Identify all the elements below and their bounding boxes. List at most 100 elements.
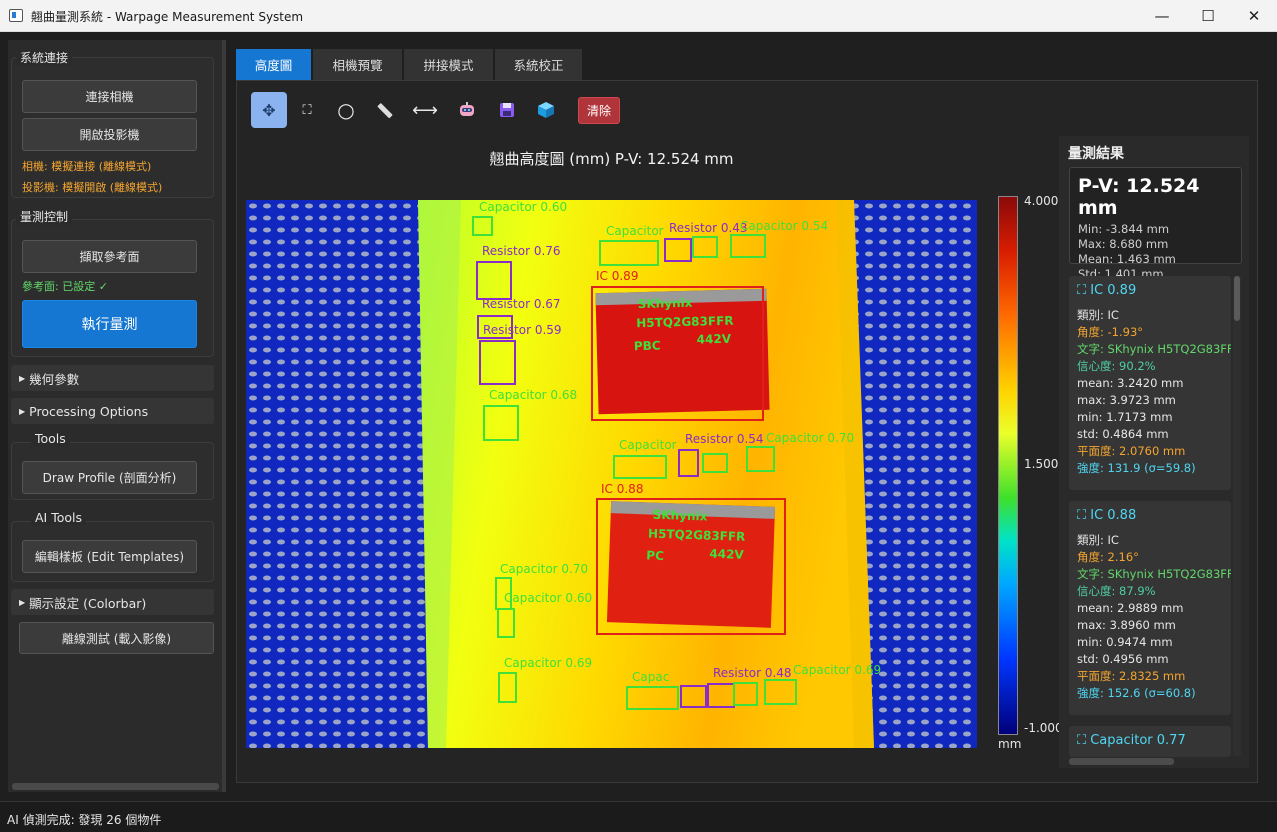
connection-title: 系統連接 [16,49,73,66]
result-mean: mean: 2.9889 mm [1077,601,1184,615]
detection-box[interactable] [472,216,493,236]
detection-box[interactable] [702,453,728,473]
results-hscrollbar[interactable] [1069,758,1174,765]
result-angle: 角度: -1.93° [1077,325,1144,339]
move-icon[interactable]: ✥ [251,92,287,128]
detection-box[interactable] [479,340,516,385]
ruler-icon[interactable] [367,92,403,128]
result-confidence: 信心度: 90.2% [1077,359,1156,373]
panel-splitter[interactable] [222,40,226,792]
tab-stitch-mode[interactable]: 拼接模式 [404,49,493,80]
close-button[interactable]: ✕ [1231,0,1277,32]
processing-options-label: Processing Options [29,403,149,419]
status-bar: AI 偵測完成: 發現 26 個物件 [0,801,1277,832]
scrollbar-thumb[interactable] [1234,276,1240,321]
detection-label: Capacitor [606,224,664,238]
display-settings-toggle[interactable]: ▶ 顯示設定 (Colorbar) [11,589,214,615]
open-projector-button[interactable]: 開啟投影機 [22,118,197,151]
detection-box[interactable] [733,682,758,706]
result-card-header: ⛶ IC 0.88 [1077,508,1137,523]
result-intensity: 強度: 152.6 (σ=60.8) [1077,686,1196,700]
detection-box[interactable] [764,679,797,705]
cube-icon[interactable] [528,92,564,128]
result-card[interactable]: ⛶ IC 0.89 類別: IC 角度: -1.93° 文字: SKhynix … [1069,276,1231,490]
expand-arrow-icon: ▶ [19,597,26,607]
edit-templates-button[interactable]: 編輯樣板 (Edit Templates) [22,540,197,573]
run-measurement-button[interactable]: 執行量測 [22,300,197,348]
heightmap-title: 翹曲高度圖 (mm) P-V: 12.524 mm [489,150,734,168]
connect-camera-button[interactable]: 連接相機 [22,80,197,113]
detection-label: Capacitor 0.68 [489,388,578,402]
minimize-button[interactable]: — [1139,0,1185,32]
results-scrollbar[interactable] [1233,276,1241,756]
tab-heightmap[interactable]: 高度圖 [236,49,311,80]
detection-box[interactable] [626,686,679,710]
processing-options-toggle[interactable]: ▶ Processing Options [11,398,214,424]
result-card[interactable]: ⛶ IC 0.88 類別: IC 角度: 2.16° 文字: SKhynix H… [1069,501,1231,715]
offline-test-button[interactable]: 離線測試 (載入影像) [19,622,214,654]
detection-box[interactable] [498,672,517,703]
maximize-button[interactable]: ☐ [1185,0,1231,32]
tab-camera-preview[interactable]: 相機預覽 [313,49,402,80]
expand-arrow-icon: ▶ [19,406,26,416]
detection-box[interactable] [476,261,512,300]
detection-box[interactable] [596,498,786,635]
draw-profile-button[interactable]: Draw Profile (剖面分析) [22,461,197,494]
mean-value: Mean: 1.463 mm [1078,252,1176,266]
ai-tools-group: 編輯樣板 (Edit Templates) [11,521,214,582]
detection-box[interactable] [591,286,764,421]
min-value: Min: -3.844 mm [1078,222,1170,236]
detection-box[interactable] [483,405,519,441]
colorbar-unit: mm [998,737,1022,751]
tab-calibration[interactable]: 系統校正 [495,49,582,80]
result-category: 類別: IC [1077,308,1119,322]
detection-box[interactable] [692,236,718,258]
detection-box[interactable] [664,238,692,262]
detection-box[interactable] [707,683,735,708]
result-mean: mean: 3.2420 mm [1077,376,1184,390]
detection-label: Capacitor 0.69 [793,663,882,677]
colorbar-mid-label: 1.500 [1024,457,1059,471]
detection-label: Capac [632,670,670,684]
max-value: Max: 8.680 mm [1078,237,1169,251]
result-flatness: 平面度: 2.0760 mm [1077,444,1186,458]
title-bar: 翹曲量測系統 - Warpage Measurement System — ☐ … [0,0,1277,32]
result-card[interactable]: ⛶ Capacitor 0.77 [1069,726,1231,757]
left-panel-scrollbar[interactable] [12,783,219,790]
detection-box[interactable] [678,449,699,477]
select-region-icon[interactable]: ⛶ [289,92,325,128]
tools-group: Draw Profile (剖面分析) [11,442,214,500]
detection-label: Resistor 0.67 [482,297,561,311]
window-title: 翹曲量測系統 - Warpage Measurement System [31,10,304,24]
detection-label: Resistor 0.48 [713,666,792,680]
capture-reference-button[interactable]: 擷取參考面 [22,240,197,273]
result-max: max: 3.9723 mm [1077,393,1176,407]
clear-button[interactable]: 清除 [578,97,620,124]
projector-status: 投影機: 模擬開啟 (離線模式) [22,181,163,194]
detection-label: Capacitor 0.60 [504,591,593,605]
detection-box[interactable] [746,446,775,472]
detection-box[interactable] [497,608,515,638]
result-std: std: 0.4864 mm [1077,427,1169,441]
result-flatness: 平面度: 2.8325 mm [1077,669,1186,683]
robot-icon[interactable] [449,92,485,128]
connection-group: 連接相機 開啟投影機 相機: 模擬連接 (離線模式) 投影機: 模擬開啟 (離線… [11,57,214,198]
heightmap-image[interactable]: SKhynix H5TQ2G83FFR PBC 442V SKhynix H5T… [246,200,977,748]
detection-label: Capacitor 0.69 [504,656,593,670]
distance-icon[interactable]: ⟷ [407,92,443,128]
save-icon[interactable] [489,92,525,128]
pv-value: P-V: 12.524 mm [1078,175,1200,219]
detection-box[interactable] [599,240,659,266]
result-max: max: 3.8960 mm [1077,618,1176,632]
detection-box[interactable] [613,455,667,479]
detection-label: IC 0.89 [596,269,639,283]
detection-label: Capacitor 0.60 [479,200,568,214]
geometry-params-toggle[interactable]: ▶ 幾何參數 [11,365,214,391]
detection-box[interactable] [730,234,766,258]
reference-status: 參考面: 已設定 ✓ [22,280,108,293]
result-min: min: 0.9474 mm [1077,635,1173,649]
detection-box[interactable] [680,685,707,708]
circle-icon[interactable]: ○ [328,92,364,128]
results-title: 量測結果 [1068,146,1124,162]
detection-label: Resistor 0.59 [483,323,562,337]
